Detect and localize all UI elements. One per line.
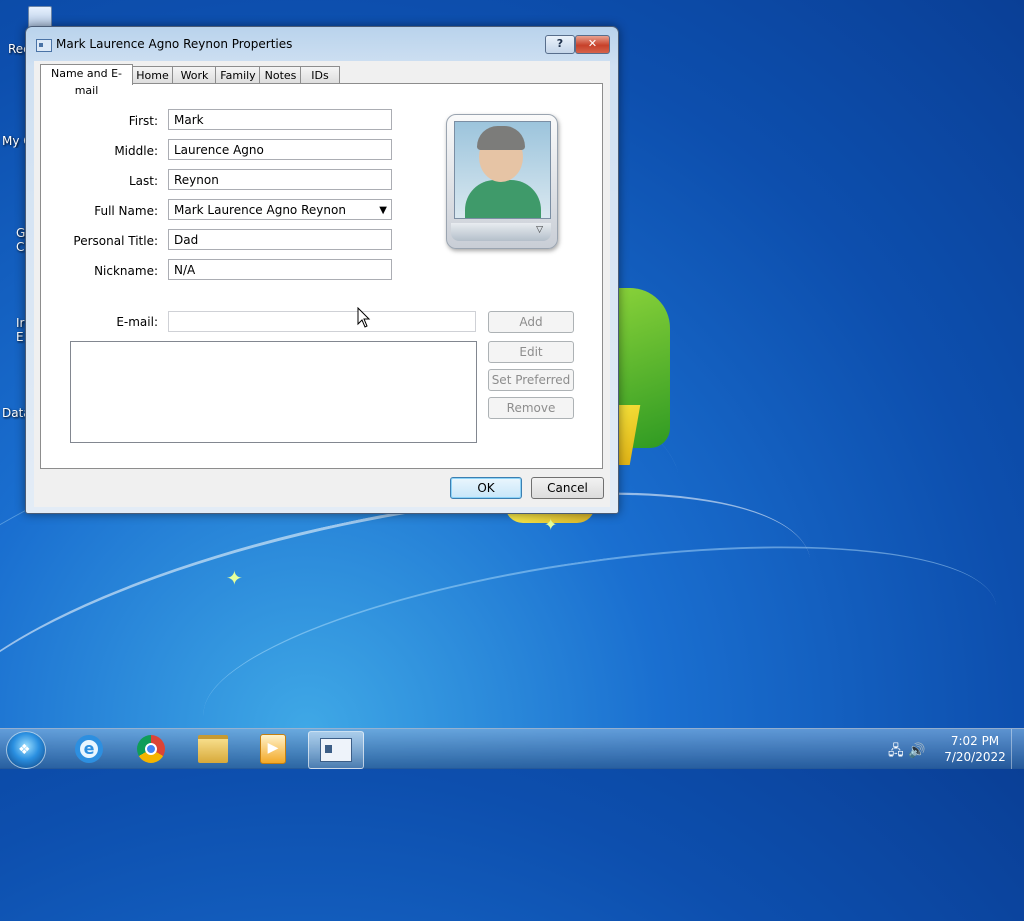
set-preferred-button[interactable]: Set Preferred <box>488 369 574 391</box>
help-button[interactable]: ? <box>545 35 575 54</box>
dialog-client-area: Name and E-mail Home Work Family Notes I… <box>34 61 610 507</box>
window-title: Mark Laurence Agno Reynon Properties <box>56 37 293 51</box>
tab-work[interactable]: Work <box>172 66 217 84</box>
mouse-cursor-icon <box>357 307 371 328</box>
tab-ids[interactable]: IDs <box>300 66 340 84</box>
contact-card-icon <box>320 738 352 762</box>
personal-title-field[interactable]: Dad <box>168 229 392 250</box>
full-name-combobox[interactable]: Mark Laurence Agno Reynon ▼ <box>168 199 392 220</box>
nickname-field[interactable]: N/A <box>168 259 392 280</box>
chevron-down-icon[interactable]: ▽ <box>536 225 543 235</box>
contact-properties-window: Mark Laurence Agno Reynon Properties ? ✕… <box>25 26 619 514</box>
last-name-label: Last: <box>128 174 158 188</box>
contact-photo <box>454 121 551 219</box>
clock-time: 7:02 PM <box>950 734 1000 748</box>
email-label: E-mail: <box>116 315 158 329</box>
add-email-button[interactable]: Add <box>488 311 574 333</box>
first-name-label: First: <box>128 114 158 128</box>
taskbar-chrome[interactable] <box>124 731 178 767</box>
ok-button[interactable]: OK <box>450 477 522 499</box>
email-input[interactable] <box>168 311 476 332</box>
edit-email-button[interactable]: Edit <box>488 341 574 363</box>
avatar-body <box>465 180 541 218</box>
title-bar[interactable]: Mark Laurence Agno Reynon Properties ? ✕ <box>26 27 618 61</box>
taskbar-contacts[interactable] <box>308 731 364 769</box>
wallpaper-star: ✦ <box>226 566 243 590</box>
personal-title-label: Personal Title: <box>73 234 158 248</box>
taskbar-media-player[interactable]: ▶ <box>246 731 300 767</box>
first-name-field[interactable]: Mark <box>168 109 392 130</box>
tab-name-and-email[interactable]: Name and E-mail <box>40 64 133 97</box>
folder-icon <box>198 735 228 763</box>
contact-card-icon <box>36 39 52 52</box>
show-desktop-button[interactable] <box>1011 729 1024 769</box>
tab-family[interactable]: Family <box>215 66 261 84</box>
photo-options-bar[interactable]: ▽ <box>451 223 551 241</box>
start-button[interactable]: ❖ <box>6 731 46 769</box>
taskbar-file-explorer[interactable] <box>186 731 240 767</box>
wallpaper-star: ✦ <box>544 515 558 534</box>
tab-home[interactable]: Home <box>131 66 174 84</box>
chrome-icon <box>137 735 165 763</box>
middle-name-label: Middle: <box>114 144 158 158</box>
taskbar-internet-explorer[interactable]: e <box>62 731 116 767</box>
clock-date: 7/20/2022 <box>944 750 1006 764</box>
email-list[interactable] <box>70 341 477 443</box>
full-name-value: Mark Laurence Agno Reynon <box>174 203 346 217</box>
volume-icon[interactable]: 🔊 <box>908 743 925 759</box>
internet-explorer-icon: e <box>75 735 103 763</box>
full-name-label: Full Name: <box>94 204 158 218</box>
nickname-label: Nickname: <box>94 264 158 278</box>
tab-notes[interactable]: Notes <box>259 66 302 84</box>
network-icon[interactable]: 🖧 <box>888 743 904 759</box>
avatar-hair <box>477 126 525 150</box>
close-button[interactable]: ✕ <box>575 35 610 54</box>
cancel-button[interactable]: Cancel <box>531 477 604 499</box>
taskbar: ❖ e ▶ 🖧 🔊 7:02 PM 7/20/2022 <box>0 728 1024 769</box>
last-name-field[interactable]: Reynon <box>168 169 392 190</box>
name-and-email-panel: First: Mark Middle: Laurence Agno Last: … <box>40 83 603 469</box>
middle-name-field[interactable]: Laurence Agno <box>168 139 392 160</box>
remove-email-button[interactable]: Remove <box>488 397 574 419</box>
windows-logo-icon: ❖ <box>18 742 31 758</box>
contact-photo-frame[interactable]: ▽ <box>446 114 558 249</box>
system-tray: 🖧 🔊 <box>888 740 926 764</box>
dropdown-arrow-icon[interactable]: ▼ <box>379 200 387 221</box>
clock[interactable]: 7:02 PM 7/20/2022 <box>940 733 1010 765</box>
media-player-icon: ▶ <box>260 734 286 764</box>
